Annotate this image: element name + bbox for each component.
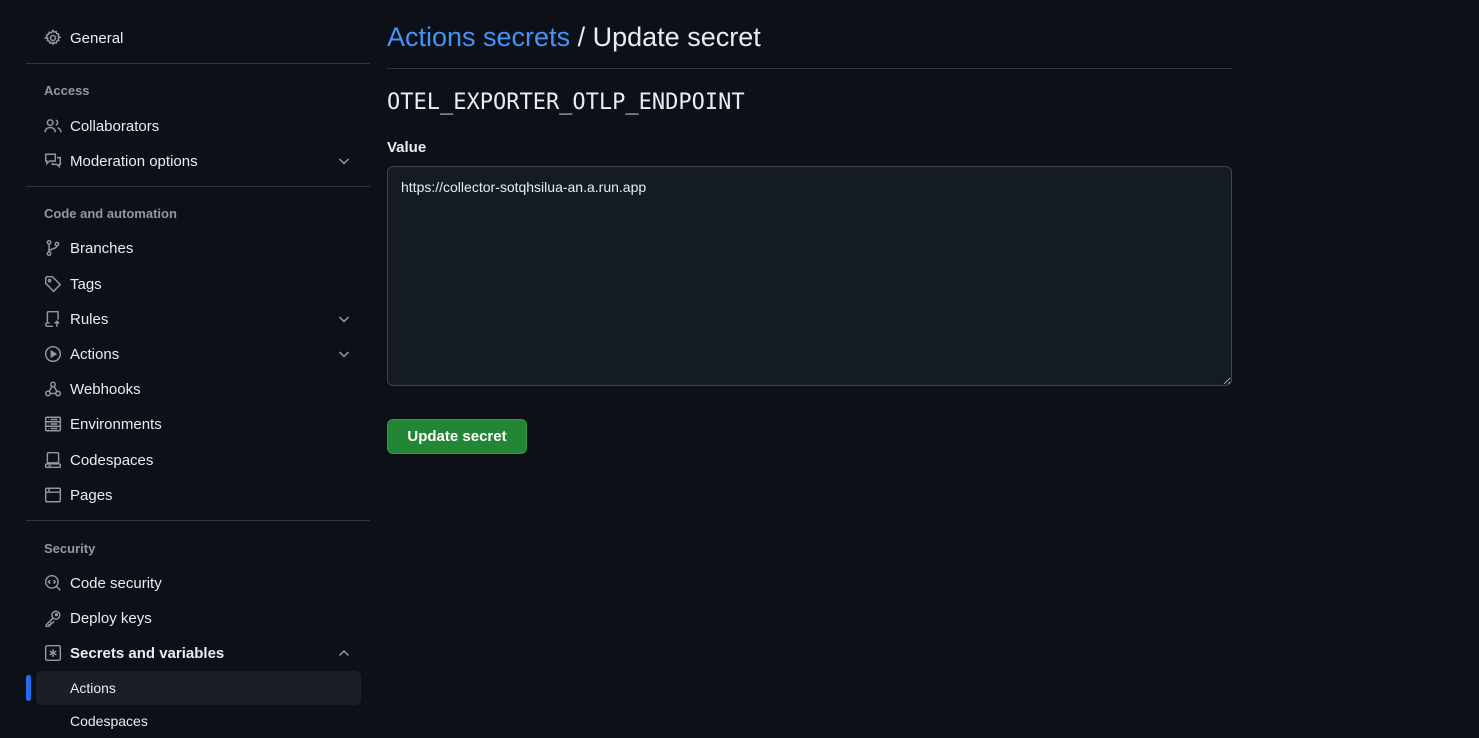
sidebar-item-label: Secrets and variables xyxy=(70,644,225,662)
breadcrumb-link-actions-secrets[interactable]: Actions secrets xyxy=(387,22,570,52)
sidebar-item-label: Tags xyxy=(70,275,102,293)
sidebar-item-codespaces[interactable]: Codespaces xyxy=(34,444,362,476)
sidebar-item-deploy-keys[interactable]: Deploy keys xyxy=(34,602,362,634)
repo-push-icon xyxy=(44,310,62,328)
git-branch-icon xyxy=(44,239,62,257)
section-heading-security: Security xyxy=(44,541,96,556)
section-heading-access: Access xyxy=(44,83,90,98)
comment-discussion-icon xyxy=(44,152,62,170)
sidebar-item-label: Actions xyxy=(70,345,120,363)
sidebar-item-label: Code security xyxy=(70,574,162,592)
sidebar-item-label: General xyxy=(70,29,124,47)
sidebar-item-label: Branches xyxy=(70,239,134,257)
sidebar-divider xyxy=(26,63,370,64)
browser-icon xyxy=(44,486,62,504)
settings-sidebar: General Access Collaborators Moderation … xyxy=(26,0,370,729)
key-asterisk-icon xyxy=(44,644,62,662)
tag-icon xyxy=(44,275,62,293)
secret-value-textarea[interactable]: https://collector-sotqhsilua-an.a.run.ap… xyxy=(387,166,1232,386)
sidebar-divider xyxy=(26,520,370,521)
sidebar-item-label: Pages xyxy=(70,486,113,504)
sidebar-subitem-codespaces[interactable]: Codespaces xyxy=(36,704,361,738)
sidebar-item-tags[interactable]: Tags xyxy=(34,268,362,300)
webhook-icon xyxy=(44,380,62,398)
section-heading-code-automation: Code and automation xyxy=(44,206,177,221)
sidebar-divider xyxy=(26,186,370,187)
sidebar-item-label: Webhooks xyxy=(70,380,141,398)
breadcrumb-separator: / xyxy=(577,22,586,52)
sidebar-item-label: Deploy keys xyxy=(70,609,152,627)
chevron-up-icon xyxy=(336,645,352,661)
sidebar-item-label: Collaborators xyxy=(70,117,160,135)
secret-name: OTEL_EXPORTER_OTLP_ENDPOINT xyxy=(387,90,745,115)
sidebar-item-environments[interactable]: Environments xyxy=(34,408,362,440)
gear-icon xyxy=(44,29,62,47)
active-item-marker xyxy=(26,675,31,701)
server-icon xyxy=(44,415,62,433)
sidebar-item-collaborators[interactable]: Collaborators xyxy=(34,110,362,142)
codescan-icon xyxy=(44,574,62,592)
page-title: Actions secrets / Update secret xyxy=(387,22,761,53)
codespaces-icon xyxy=(44,451,62,469)
title-divider xyxy=(387,68,1232,69)
sidebar-subitem-actions[interactable]: Actions xyxy=(36,671,361,705)
sidebar-item-branches[interactable]: Branches xyxy=(34,232,362,264)
sidebar-subitem-label: Codespaces xyxy=(70,713,148,729)
sidebar-item-moderation-options[interactable]: Moderation options xyxy=(34,145,362,177)
breadcrumb-current: Update secret xyxy=(592,22,761,52)
chevron-down-icon xyxy=(336,153,352,169)
sidebar-item-webhooks[interactable]: Webhooks xyxy=(34,373,362,405)
sidebar-item-label: Moderation options xyxy=(70,152,198,170)
key-icon xyxy=(44,609,62,627)
sidebar-item-general[interactable]: General xyxy=(34,22,362,54)
people-icon xyxy=(44,117,62,135)
sidebar-item-label: Rules xyxy=(70,310,109,328)
sidebar-item-rules[interactable]: Rules xyxy=(34,303,362,335)
sidebar-item-label: Environments xyxy=(70,415,162,433)
sidebar-item-secrets-and-variables[interactable]: Secrets and variables xyxy=(34,637,362,669)
sidebar-item-actions[interactable]: Actions xyxy=(34,338,362,370)
value-label: Value xyxy=(387,139,427,156)
sidebar-item-pages[interactable]: Pages xyxy=(34,479,362,511)
update-secret-button[interactable]: Update secret xyxy=(387,419,527,454)
chevron-down-icon xyxy=(336,311,352,327)
sidebar-item-label: Codespaces xyxy=(70,451,154,469)
chevron-down-icon xyxy=(336,346,352,362)
sidebar-subitem-label: Actions xyxy=(70,680,116,696)
sidebar-item-code-security[interactable]: Code security xyxy=(34,567,362,599)
play-icon xyxy=(44,345,62,363)
